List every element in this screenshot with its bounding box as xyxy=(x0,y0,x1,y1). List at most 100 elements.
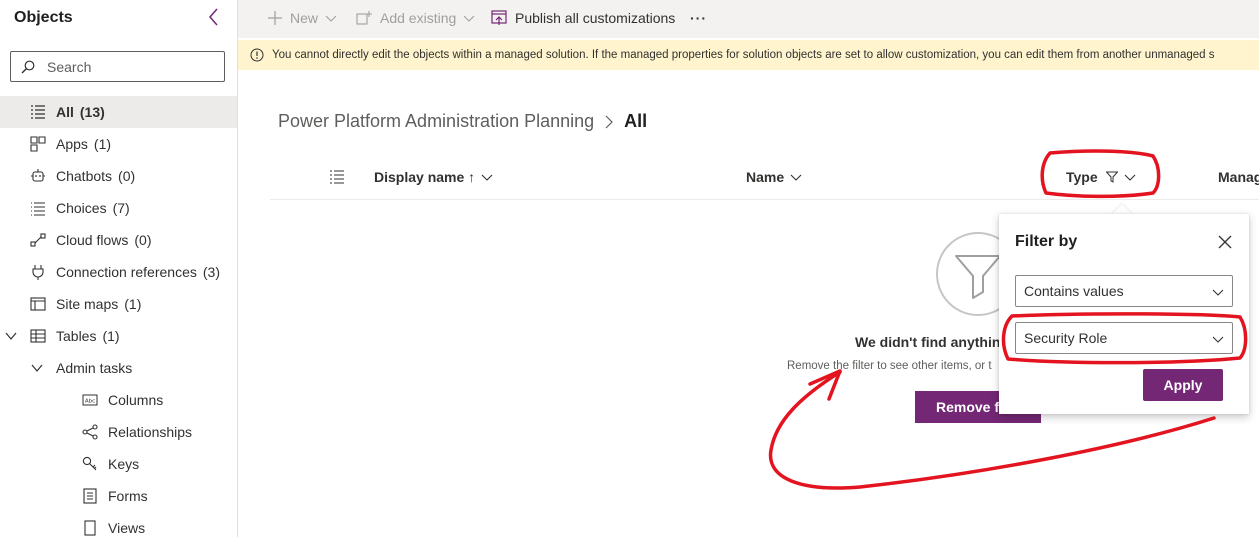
sidebar-item-cloud-flows[interactable]: Cloud flows (0) xyxy=(0,224,237,256)
choices-icon xyxy=(31,202,45,216)
table-icon xyxy=(30,329,46,343)
breadcrumb-current: All xyxy=(624,111,648,131)
add-existing-icon xyxy=(356,11,372,25)
column-header-type[interactable]: Type xyxy=(1066,169,1136,185)
chevron-down-icon[interactable] xyxy=(5,330,17,342)
more-commands-button[interactable]: ··· xyxy=(690,0,707,36)
grid-header: Display name ↑ Name Type Manag xyxy=(270,160,1259,200)
filter-value-selected: Security Role xyxy=(1024,330,1108,346)
filter-icon xyxy=(1105,171,1118,183)
sidebar-item-forms[interactable]: Forms xyxy=(0,480,237,512)
sidebar-item-label: Apps xyxy=(56,136,88,152)
publish-button-label: Publish all customizations xyxy=(515,10,676,26)
sidebar-item-label: Keys xyxy=(108,456,140,472)
chevron-down-icon xyxy=(790,174,802,181)
sidebar-item-keys[interactable]: Keys xyxy=(0,448,237,480)
sidebar-item-columns[interactable]: Abc Columns xyxy=(0,384,237,416)
svg-text:Abc: Abc xyxy=(85,399,95,405)
sidebar-item-count: (1) xyxy=(124,296,142,312)
sidebar-item-label: Choices xyxy=(56,200,107,216)
chevron-down-icon[interactable] xyxy=(31,362,43,374)
sidebar-item-count: (0) xyxy=(118,168,136,184)
chevron-down-icon xyxy=(481,174,493,181)
apply-filter-button[interactable]: Apply xyxy=(1143,369,1223,401)
column-header-display-name[interactable]: Display name ↑ xyxy=(374,169,493,185)
key-icon xyxy=(82,456,97,471)
sidebar-item-apps[interactable]: Apps (1) xyxy=(0,128,237,160)
sidebar-item-all[interactable]: All (13) xyxy=(0,96,237,128)
command-bar: New Add existing Publish all customizati… xyxy=(238,0,1259,38)
select-all-list-icon[interactable] xyxy=(330,170,344,184)
chevron-down-icon xyxy=(1124,174,1136,181)
sidebar-item-label: Tables xyxy=(56,328,97,344)
filter-panel-title: Filter by xyxy=(1015,233,1078,250)
sidebar-item-views[interactable]: Views xyxy=(0,512,237,537)
column-header-name[interactable]: Name xyxy=(746,169,802,185)
column-header-label: Name xyxy=(746,169,785,185)
search-input[interactable] xyxy=(47,58,217,76)
cloud-flow-icon xyxy=(30,233,46,247)
annotation-arrow-head xyxy=(808,369,842,401)
apps-icon xyxy=(30,136,46,152)
filter-operator-dropdown[interactable]: Contains values xyxy=(1015,275,1233,307)
sidebar-title: Objects xyxy=(14,9,73,26)
sidebar-item-label: All xyxy=(56,104,74,120)
sidebar-item-chatbots[interactable]: Chatbots (0) xyxy=(0,160,237,192)
filter-operator-value: Contains values xyxy=(1024,283,1124,299)
sidebar-item-label: Forms xyxy=(108,488,148,504)
chevron-right-icon xyxy=(605,115,614,128)
chevron-down-icon xyxy=(1212,289,1224,296)
sidebar-item-relationships[interactable]: Relationships xyxy=(0,416,237,448)
sidebar-item-count: (13) xyxy=(79,104,105,120)
filter-panel: Filter by Contains values Security Role … xyxy=(999,214,1249,414)
sidebar-item-site-maps[interactable]: Site maps (1) xyxy=(0,288,237,320)
new-button[interactable]: New xyxy=(268,0,337,36)
breadcrumb-parent[interactable]: Power Platform Administration Planning xyxy=(278,111,594,132)
sidebar-item-label: Cloud flows xyxy=(56,232,129,248)
publish-icon xyxy=(491,10,507,25)
list-icon xyxy=(31,105,45,119)
plus-icon xyxy=(268,11,282,25)
chevron-down-icon xyxy=(1212,336,1224,343)
add-existing-button-label: Add existing xyxy=(380,10,457,26)
breadcrumb: Power Platform Administration Planning A… xyxy=(278,111,647,132)
publish-all-customizations-button[interactable]: Publish all customizations xyxy=(491,0,675,36)
add-existing-button[interactable]: Add existing xyxy=(356,0,475,36)
objects-sidebar: Objects All (13) Apps (1) Chatbots (0) Choi… xyxy=(0,0,238,537)
new-button-label: New xyxy=(290,10,319,26)
view-icon xyxy=(84,520,96,536)
sidebar-item-count: (7) xyxy=(112,200,130,216)
chevron-down-icon xyxy=(325,15,337,22)
sidebar-item-label: Chatbots xyxy=(56,168,113,184)
sidebar-item-tables[interactable]: Tables (1) xyxy=(0,320,237,352)
form-icon xyxy=(83,488,97,504)
sidebar-item-label: Views xyxy=(108,520,146,536)
relationship-icon xyxy=(82,424,98,440)
warning-text: You cannot directly edit the objects wit… xyxy=(272,49,1215,61)
sidebar-item-count: (0) xyxy=(134,232,152,248)
close-icon[interactable] xyxy=(1217,234,1233,250)
sidebar-item-count: (3) xyxy=(202,264,220,280)
plug-icon xyxy=(32,265,44,280)
search-box[interactable] xyxy=(10,51,225,82)
info-icon xyxy=(250,48,264,62)
filter-value-dropdown[interactable]: Security Role xyxy=(1015,322,1233,354)
column-header-label: Display name ↑ xyxy=(374,169,476,185)
sidebar-item-connection-references[interactable]: Connection references (3) xyxy=(0,256,237,288)
chatbot-icon xyxy=(31,169,45,182)
empty-state-subtitle: Remove the filter to see other items, or… xyxy=(787,360,992,372)
column-icon: Abc xyxy=(82,394,98,406)
sidebar-item-label: Columns xyxy=(108,392,164,408)
sidebar-item-admin-tasks[interactable]: Admin tasks xyxy=(0,352,237,384)
sidebar-item-label: Admin tasks xyxy=(56,360,133,376)
site-map-icon xyxy=(30,297,46,311)
empty-state-title: We didn't find anythin xyxy=(855,334,1001,350)
collapse-chevron-icon[interactable] xyxy=(206,8,222,26)
sidebar-item-label: Connection references xyxy=(56,264,197,280)
column-header-label: Type xyxy=(1066,169,1098,185)
sidebar-item-count: (1) xyxy=(102,328,120,344)
search-icon xyxy=(21,60,35,74)
sidebar-item-choices[interactable]: Choices (7) xyxy=(0,192,237,224)
sidebar-item-label: Site maps xyxy=(56,296,119,312)
column-header-managed[interactable]: Manag xyxy=(1218,169,1259,185)
